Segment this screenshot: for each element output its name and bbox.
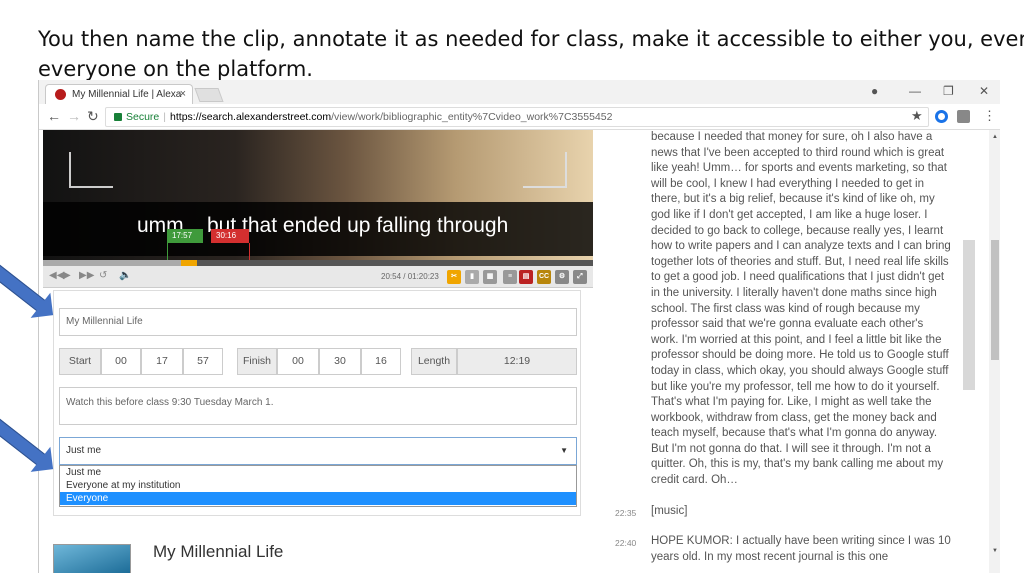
transcript-timestamp[interactable]: 22:40 (615, 538, 636, 548)
scroll-up-icon[interactable]: ▲ (992, 134, 998, 140)
tab-title: My Millennial Life | Alexa (72, 89, 182, 100)
grid-icon[interactable]: ▦ (483, 270, 497, 284)
skip-icon[interactable]: ▶▶ (79, 270, 94, 281)
finish-hours-input[interactable]: 00 (277, 348, 319, 375)
clip-end-line (249, 243, 250, 260)
close-icon[interactable]: ✕ (979, 84, 989, 98)
scroll-down-icon[interactable]: ▼ (992, 548, 998, 554)
clip-start-line (167, 243, 168, 260)
restore-icon[interactable]: ❐ (943, 84, 954, 98)
replay-30-icon[interactable]: ↺ (99, 270, 107, 281)
start-minutes-input[interactable]: 17 (141, 348, 183, 375)
address-bar-row: ← → ↻ Secure | https://search.alexanderstr… (39, 104, 1000, 130)
length-label: Length (411, 348, 457, 375)
option-everyone[interactable]: Everyone (60, 492, 576, 505)
finish-minutes-input[interactable]: 30 (319, 348, 361, 375)
visibility-dropdown: Just me Everyone at my institution Every… (59, 465, 577, 507)
start-seconds-input[interactable]: 57 (183, 348, 223, 375)
clip-title-input[interactable]: My Millennial Life (59, 308, 577, 336)
minimize-icon[interactable]: — (909, 84, 921, 98)
browser-tab[interactable]: My Millennial Life | Alexa × (45, 84, 193, 104)
url-input[interactable]: Secure | https://search.alexanderstreet.co… (105, 107, 929, 127)
video-player[interactable]: umm... but that ended up falling through… (43, 130, 593, 260)
lock-icon (114, 113, 122, 121)
extension-icon[interactable] (935, 110, 948, 123)
transcript-timestamp[interactable]: 22:35 (615, 508, 636, 518)
visibility-selected-value: Just me (66, 445, 102, 456)
settings-gear-icon[interactable]: ⚙ (555, 270, 569, 284)
option-everyone-at-institution[interactable]: Everyone at my institution (60, 479, 576, 492)
finish-label: Finish (237, 348, 277, 375)
finish-seconds-input[interactable]: 16 (361, 348, 401, 375)
transcript-paragraph: because I needed that money for sure, oh… (651, 131, 951, 487)
video-title[interactable]: My Millennial Life (153, 542, 283, 562)
tab-bar: My Millennial Life | Alexa × ● — ❐ ✕ (39, 80, 1000, 104)
list-icon[interactable]: ≡ (503, 270, 517, 284)
page-scrollbar[interactable] (989, 130, 1000, 573)
video-thumbnail[interactable] (53, 544, 131, 573)
slide-caption-line-1: You then name the clip, annotate it as n… (38, 27, 1024, 51)
secure-label: Secure (126, 111, 160, 123)
star-icon[interactable]: ★ (911, 108, 923, 124)
start-hours-input[interactable]: 00 (101, 348, 141, 375)
reload-icon[interactable]: ↻ (87, 108, 99, 125)
annotation-textarea[interactable]: Watch this before class 9:30 Tuesday Mar… (59, 387, 577, 425)
play-icon[interactable]: ▶ (63, 270, 71, 281)
transcript-scrollbar[interactable] (963, 240, 975, 390)
transcript-icon[interactable]: ▤ (519, 270, 533, 284)
tab-close-icon[interactable]: × (180, 88, 186, 100)
back-icon[interactable]: ← (47, 108, 61, 124)
scrollbar-thumb[interactable] (991, 240, 999, 360)
browser-window: My Millennial Life | Alexa × ● — ❐ ✕ ← →… (38, 80, 1000, 573)
option-just-me[interactable]: Just me (60, 466, 576, 479)
url-host: https://search.alexanderstreet.com (170, 111, 332, 123)
transcript-line: HOPE KUMOR: I actually have been writing… (651, 535, 951, 563)
extension-icon[interactable] (957, 110, 970, 123)
transcript-panel: because I needed that money for sure, oh… (601, 130, 1000, 573)
url-path: /view/work/bibliographic_entity%7Cvideo_… (331, 111, 613, 123)
length-value: 12:19 (457, 348, 577, 375)
page-content: umm... but that ended up falling through… (39, 130, 1000, 573)
chevron-down-icon: ▼ (560, 446, 568, 455)
transcript-line: [music] (651, 505, 688, 517)
bookmark-icon[interactable]: ▮ (465, 270, 479, 284)
url-separator: | (163, 111, 167, 123)
volume-icon[interactable]: 🔈 (119, 270, 131, 281)
frame-corner-right (523, 152, 567, 188)
player-controls: ◀◀ ▶ ▶▶ ↺ 🔈 20:54 / 01:20:23 ✂ ▮ ▦ ≡ ▤ C… (43, 266, 593, 288)
account-icon[interactable]: ● (871, 84, 878, 98)
menu-icon[interactable]: ⋮ (983, 108, 996, 124)
clip-start-marker[interactable]: 17:57 (167, 229, 203, 243)
captions-icon[interactable]: CC (537, 270, 551, 284)
scissors-icon[interactable]: ✂ (447, 270, 461, 284)
slide-caption: You then name the clip, annotate it as n… (38, 24, 1024, 84)
visibility-select[interactable]: Just me ▼ (59, 437, 577, 465)
forward-icon[interactable]: → (67, 108, 81, 124)
start-label: Start (59, 348, 101, 375)
fullscreen-icon[interactable]: ⤢ (573, 270, 587, 284)
frame-corner-left (69, 152, 113, 188)
new-tab-button[interactable] (194, 88, 224, 102)
clip-end-marker[interactable]: 30:16 (211, 229, 249, 243)
site-favicon-icon (55, 89, 66, 100)
timecode: 20:54 / 01:20:23 (381, 272, 439, 281)
